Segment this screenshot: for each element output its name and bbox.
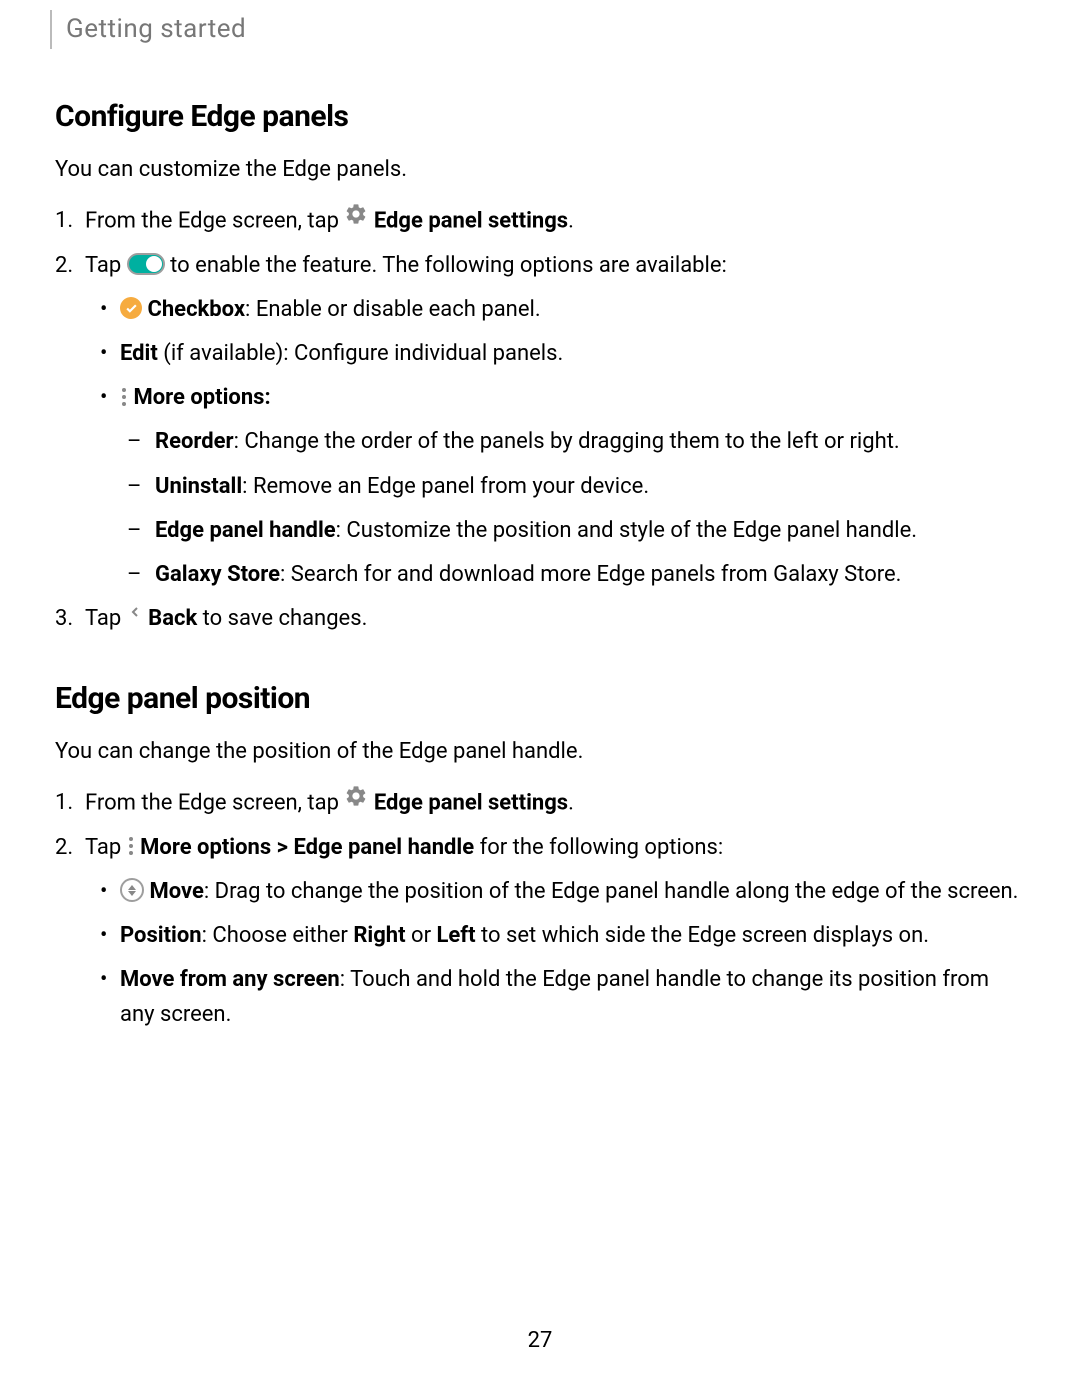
list-item: Move: Drag to change the position of the… bbox=[120, 875, 1025, 909]
step-item: Tap Back to save changes. bbox=[85, 602, 1025, 636]
step-item: Tap to enable the feature. The following… bbox=[85, 249, 1025, 592]
list-item: More options: Reorder: Change the order … bbox=[120, 381, 1025, 591]
section-configure-edge-panels: Configure Edge panels You can customize … bbox=[55, 94, 1025, 636]
intro-text: You can customize the Edge panels. bbox=[55, 153, 1025, 186]
gear-icon bbox=[344, 784, 368, 819]
toggle-icon bbox=[127, 253, 165, 275]
checkmark-icon bbox=[120, 297, 142, 319]
heading-configure: Configure Edge panels bbox=[55, 94, 1025, 139]
gear-icon bbox=[344, 202, 368, 237]
intro-text: You can change the position of the Edge … bbox=[55, 735, 1025, 768]
breadcrumb: Getting started bbox=[66, 10, 1025, 49]
chevron-left-icon bbox=[127, 600, 143, 634]
step-item: From the Edge screen, tap Edge panel set… bbox=[85, 786, 1025, 821]
page-number: 27 bbox=[0, 1324, 1080, 1357]
list-item: Edge panel handle: Customize the positio… bbox=[155, 514, 1025, 548]
step-item: From the Edge screen, tap Edge panel set… bbox=[85, 204, 1025, 239]
breadcrumb-container: Getting started bbox=[50, 10, 1025, 49]
steps-list: From the Edge screen, tap Edge panel set… bbox=[55, 204, 1025, 636]
dash-list: Reorder: Change the order of the panels … bbox=[120, 425, 1025, 591]
sub-bullet-list: Move: Drag to change the position of the… bbox=[85, 875, 1025, 1031]
move-icon bbox=[120, 878, 144, 902]
more-options-icon bbox=[129, 837, 133, 855]
list-item: Move from any screen: Touch and hold the… bbox=[120, 963, 1025, 1031]
sub-bullet-list: Checkbox: Enable or disable each panel. … bbox=[85, 293, 1025, 592]
list-item: Edit (if available): Configure individua… bbox=[120, 337, 1025, 371]
list-item: Uninstall: Remove an Edge panel from you… bbox=[155, 470, 1025, 504]
steps-list: From the Edge screen, tap Edge panel set… bbox=[55, 786, 1025, 1032]
list-item: Checkbox: Enable or disable each panel. bbox=[120, 293, 1025, 327]
heading-position: Edge panel position bbox=[55, 676, 1025, 721]
list-item: Galaxy Store: Search for and download mo… bbox=[155, 558, 1025, 592]
list-item: Position: Choose either Right or Left to… bbox=[120, 919, 1025, 953]
step-item: Tap More options > Edge panel handle for… bbox=[85, 831, 1025, 1031]
list-item: Reorder: Change the order of the panels … bbox=[155, 425, 1025, 459]
section-edge-panel-position: Edge panel position You can change the p… bbox=[55, 676, 1025, 1032]
more-options-icon bbox=[122, 388, 126, 406]
